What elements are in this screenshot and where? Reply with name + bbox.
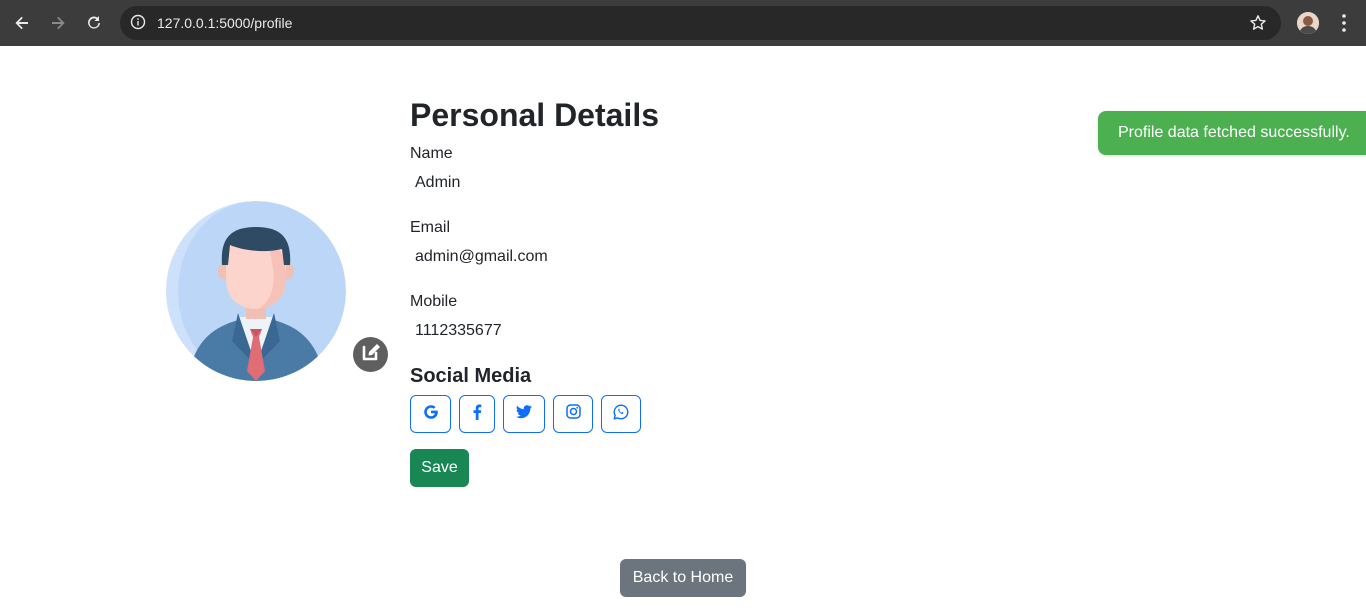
whatsapp-icon: [613, 404, 629, 425]
instagram-icon: [565, 404, 581, 424]
facebook-button[interactable]: [459, 395, 495, 433]
email-label: Email: [410, 219, 451, 236]
reload-icon[interactable]: [82, 11, 106, 35]
bookmark-star-icon[interactable]: [1249, 14, 1267, 37]
social-media-heading: Social Media: [410, 365, 532, 387]
twitter-button[interactable]: [503, 395, 545, 433]
name-value: Admin: [415, 174, 461, 191]
facebook-icon: [472, 404, 482, 425]
edit-icon: [360, 341, 382, 368]
page-title: Personal Details: [410, 97, 659, 133]
mobile-value: 1112335677: [415, 322, 502, 339]
name-label: Name: [410, 145, 453, 162]
forward-arrow-icon[interactable]: [46, 11, 70, 35]
toast-message: Profile data fetched successfully.: [1118, 124, 1350, 141]
instagram-button[interactable]: [553, 395, 593, 433]
browser-toolbar: 127.0.0.1:5000/profile: [0, 0, 1366, 46]
back-arrow-icon[interactable]: [10, 11, 34, 35]
google-button[interactable]: [410, 395, 451, 433]
whatsapp-button[interactable]: [601, 395, 641, 433]
address-bar[interactable]: 127.0.0.1:5000/profile: [120, 6, 1281, 40]
site-info-icon[interactable]: [130, 14, 146, 35]
google-icon: [423, 404, 439, 425]
profile-avatar-icon[interactable]: [1297, 12, 1319, 34]
url-text[interactable]: 127.0.0.1:5000/profile: [157, 15, 292, 31]
save-button[interactable]: Save: [410, 449, 469, 487]
edit-profile-picture-button[interactable]: [353, 337, 388, 372]
email-value: admin@gmail.com: [415, 248, 548, 265]
twitter-icon: [516, 404, 532, 424]
back-to-home-button[interactable]: Back to Home: [620, 559, 746, 597]
mobile-label: Mobile: [410, 293, 458, 310]
browser-menu-icon[interactable]: [1334, 12, 1354, 34]
success-toast: Profile data fetched successfully.: [1098, 111, 1366, 155]
profile-picture: [166, 201, 346, 381]
